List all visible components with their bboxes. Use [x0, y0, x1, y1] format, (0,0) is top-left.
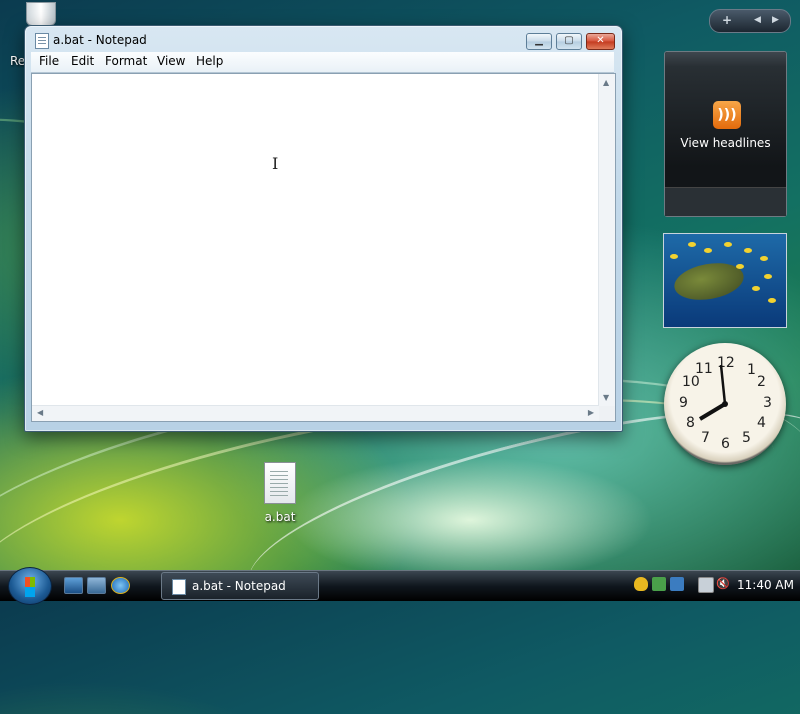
desktop-file-a-bat[interactable]: a.bat [255, 462, 305, 524]
view-headlines-label[interactable]: View headlines [665, 136, 786, 150]
title-bar[interactable]: a.bat - Notepad ▁ ▢ ✕ [25, 26, 622, 54]
scroll-up-icon[interactable]: ▲ [603, 78, 609, 87]
rss-feed-icon: ))) [713, 101, 741, 129]
horizontal-scrollbar[interactable]: ◀ ▶ [32, 405, 599, 421]
maximize-button[interactable]: ▢ [556, 33, 582, 50]
volume-muted-icon[interactable]: 🔇 [716, 577, 730, 591]
taskbar-button-label: a.bat - Notepad [192, 579, 286, 593]
scroll-left-icon[interactable]: ◀ [37, 408, 43, 417]
scroll-right-icon[interactable]: ▶ [588, 408, 594, 417]
menu-edit[interactable]: Edit [71, 54, 94, 68]
text-editor-area[interactable]: I ▲ ▼ ◀ ▶ [31, 73, 616, 422]
previous-icon[interactable]: ◀ [754, 15, 761, 25]
text-cursor-icon: I [272, 154, 279, 173]
next-icon[interactable]: ▶ [772, 15, 779, 25]
clock-gadget[interactable]: 12 1 2 3 4 5 6 7 8 9 10 11 [664, 343, 786, 465]
feed-headlines-gadget[interactable]: ))) View headlines [664, 51, 787, 217]
menu-bar: File Edit Format View Help [31, 52, 614, 73]
sidebar-controls: + ◀ ▶ [709, 9, 791, 33]
network-app-icon[interactable] [670, 577, 684, 591]
clock-hands [698, 364, 728, 421]
internet-explorer-icon[interactable] [111, 577, 130, 594]
menu-format[interactable]: Format [105, 54, 147, 68]
show-desktop-icon[interactable] [64, 577, 83, 594]
notepad-window[interactable]: a.bat - Notepad ▁ ▢ ✕ File Edit Format V… [24, 25, 623, 432]
minimize-button[interactable]: ▁ [526, 33, 552, 50]
windows-logo-icon [25, 577, 35, 587]
notepad-icon [35, 33, 49, 49]
window-title: a.bat - Notepad [53, 33, 147, 47]
switch-windows-icon[interactable] [87, 577, 106, 594]
text-file-icon [264, 462, 296, 504]
add-gadget-icon[interactable]: + [722, 13, 732, 27]
vertical-scrollbar[interactable]: ▲ ▼ [598, 74, 615, 406]
slideshow-gadget[interactable] [663, 233, 787, 328]
size-grip [599, 406, 615, 421]
menu-file[interactable]: File [39, 54, 59, 68]
menu-help[interactable]: Help [196, 54, 223, 68]
minute-hand [719, 364, 727, 405]
notepad-icon [172, 579, 186, 595]
desktop-file-label: a.bat [264, 510, 296, 524]
taskbar-button-notepad[interactable]: a.bat - Notepad [161, 572, 319, 600]
hour-hand [698, 402, 727, 421]
close-button[interactable]: ✕ [586, 33, 615, 50]
menu-view[interactable]: View [157, 54, 185, 68]
security-shield-icon[interactable] [634, 577, 648, 591]
network-disconnected-icon[interactable] [698, 577, 714, 593]
system-clock[interactable]: 11:40 AM [737, 578, 794, 592]
start-button[interactable] [8, 567, 52, 605]
recycle-bin-icon[interactable] [22, 2, 58, 26]
scroll-down-icon[interactable]: ▼ [603, 393, 609, 402]
update-icon[interactable] [652, 577, 666, 591]
